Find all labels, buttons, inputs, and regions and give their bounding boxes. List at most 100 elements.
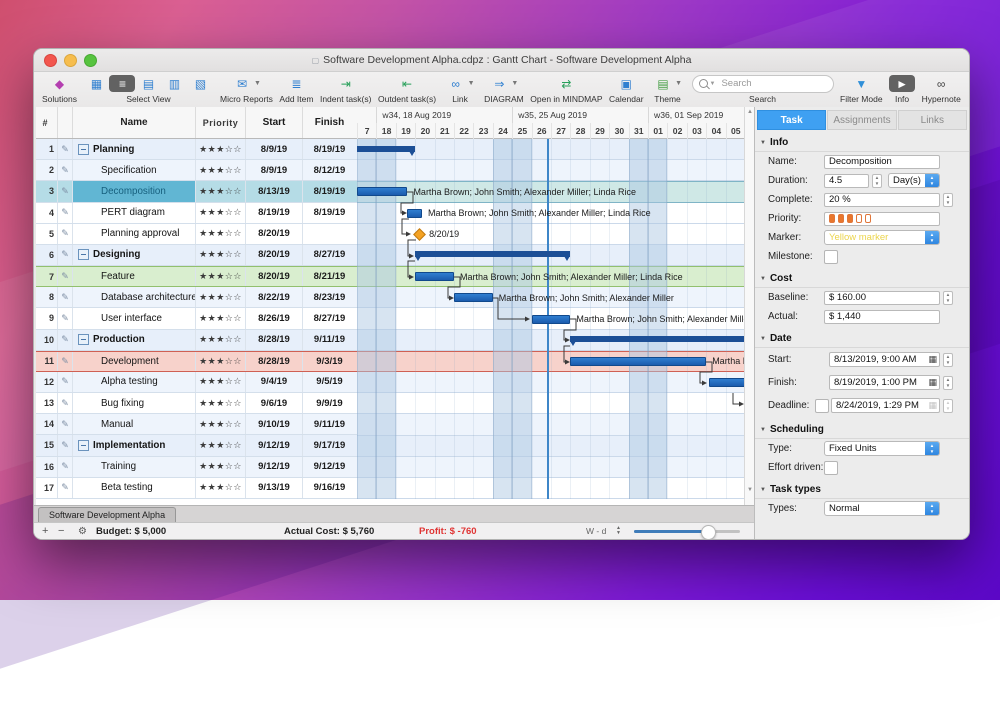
collapse-icon[interactable] <box>78 440 89 451</box>
table-row[interactable]: 1✎Planning★★★☆☆8/9/198/19/19 <box>36 139 357 160</box>
table-row[interactable]: 14✎Manual★★★☆☆9/10/199/11/19 <box>36 414 357 435</box>
priority-stars[interactable]: ★★★☆☆ <box>196 267 246 286</box>
start-date-cell[interactable]: 9/4/19 <box>246 372 303 392</box>
gantt-summary-bar[interactable] <box>357 146 415 152</box>
table-row[interactable]: 8✎Database architecture★★★☆☆8/22/198/23/… <box>36 287 357 308</box>
priority-stars[interactable]: ★★★☆☆ <box>196 414 246 434</box>
task-name-cell[interactable]: Training <box>73 457 196 477</box>
gantt-summary-bar[interactable] <box>415 251 570 257</box>
start-date-cell[interactable]: 9/13/19 <box>246 478 303 498</box>
priority-stars[interactable]: ★★★☆☆ <box>196 435 246 455</box>
table-row[interactable]: 6✎Designing★★★☆☆8/20/198/27/19 <box>36 245 357 266</box>
task-name-cell[interactable]: Manual <box>73 414 196 434</box>
zoom-slider[interactable] <box>634 523 740 539</box>
table-row[interactable]: 4✎PERT diagram★★★☆☆8/19/198/19/19 <box>36 203 357 224</box>
task-edit-pencil-icon[interactable]: ✎ <box>58 372 73 392</box>
task-edit-pencil-icon[interactable]: ✎ <box>58 435 73 455</box>
start-date-cell[interactable]: 8/28/19 <box>246 330 303 350</box>
tab-task[interactable]: Task <box>757 110 826 130</box>
priority-stars[interactable]: ★★★☆☆ <box>196 139 246 159</box>
start-date-cell[interactable]: 8/13/19 <box>246 181 303 201</box>
collapse-icon[interactable] <box>78 334 89 345</box>
indent-tasks-button[interactable]: ⇥ <box>333 75 359 92</box>
finish-date-cell[interactable]: 9/5/19 <box>303 372 356 392</box>
start-date-cell[interactable]: 9/12/19 <box>246 457 303 477</box>
task-edit-pencil-icon[interactable]: ✎ <box>58 181 73 201</box>
gear-icon[interactable]: ⚙ <box>78 523 87 539</box>
finish-date-cell[interactable]: 8/23/19 <box>303 287 356 307</box>
view-gantt-chart-button[interactable]: ≡ <box>109 75 135 92</box>
hypernote-button[interactable]: ∞ <box>928 75 954 92</box>
start-date-cell[interactable]: 8/26/19 <box>246 308 303 328</box>
start-date-cell[interactable]: 8/20/19 <box>246 267 303 286</box>
gantt-vertical-scrollbar[interactable]: ▲ ▼ <box>744 107 754 505</box>
section-cost[interactable]: ▼Cost <box>755 270 969 288</box>
task-name-cell[interactable]: Implementation <box>73 435 196 455</box>
start-date-cell[interactable]: 8/20/19 <box>246 245 303 265</box>
add-tab-button[interactable]: + <box>42 523 48 539</box>
table-row[interactable]: 13✎Bug fixing★★★☆☆9/6/199/9/19 <box>36 393 357 414</box>
disclosure-triangle-icon[interactable]: ▼ <box>760 427 766 433</box>
table-row[interactable]: 9✎User interface★★★☆☆8/26/198/27/19 <box>36 308 357 329</box>
zoom-stepper[interactable]: ▲▼ <box>616 523 621 539</box>
view-assignments-button[interactable]: ▥ <box>161 75 187 92</box>
priority-stars[interactable]: ★★★☆☆ <box>196 160 246 180</box>
priority-stars[interactable]: ★★★☆☆ <box>196 287 246 307</box>
task-name-cell[interactable]: Specification <box>73 160 196 180</box>
scheduling-type-select[interactable]: Fixed Units▲▼ <box>824 441 940 456</box>
filter-mode-button[interactable]: ▼ <box>848 75 874 92</box>
info-button[interactable]: ► <box>889 75 915 92</box>
table-row[interactable]: 5✎Planning approval★★★☆☆8/20/19 <box>36 224 357 245</box>
complete-stepper[interactable]: ▲▼ <box>943 193 953 207</box>
finish-date-cell[interactable]: 9/17/19 <box>303 435 356 455</box>
theme-button[interactable]: ▤▼ <box>650 75 685 92</box>
task-name-cell[interactable]: Decomposition <box>73 181 196 201</box>
task-edit-pencil-icon[interactable]: ✎ <box>58 457 73 477</box>
table-row[interactable]: 2✎Specification★★★☆☆8/9/198/12/19 <box>36 160 357 181</box>
task-edit-pencil-icon[interactable]: ✎ <box>58 287 73 307</box>
disclosure-triangle-icon[interactable]: ▼ <box>760 336 766 342</box>
column-header[interactable]: # <box>36 107 58 138</box>
section-scheduling[interactable]: ▼Scheduling <box>755 421 969 439</box>
duration-input[interactable] <box>824 174 869 188</box>
disclosure-triangle-icon[interactable]: ▼ <box>760 487 766 493</box>
task-edit-pencil-icon[interactable]: ✎ <box>58 308 73 328</box>
gantt-summary-bar[interactable] <box>570 336 744 342</box>
task-name-cell[interactable]: PERT diagram <box>73 203 196 223</box>
start-date-field[interactable]: 8/13/2019, 9:00 AM▦ <box>829 352 940 367</box>
open-in-mindmap-button[interactable]: ⇄ <box>553 75 579 92</box>
document-tab[interactable]: Software Development Alpha <box>38 507 176 522</box>
finish-date-cell[interactable]: 8/21/19 <box>303 267 356 286</box>
finish-date-cell[interactable]: 9/9/19 <box>303 393 356 413</box>
task-edit-pencil-icon[interactable]: ✎ <box>58 393 73 413</box>
column-header[interactable]: Priority <box>196 107 246 138</box>
collapse-icon[interactable] <box>78 249 89 260</box>
task-name-cell[interactable]: User interface <box>73 308 196 328</box>
column-header[interactable]: Name <box>73 107 196 138</box>
priority-segment[interactable] <box>838 214 844 223</box>
column-header[interactable]: Start <box>246 107 303 138</box>
task-name-cell[interactable]: Beta testing <box>73 478 196 498</box>
search-input[interactable]: ▼Search <box>692 75 834 93</box>
priority-stars[interactable]: ★★★☆☆ <box>196 393 246 413</box>
gantt-task-bar[interactable] <box>407 209 422 218</box>
task-name-cell[interactable]: Designing <box>73 245 196 265</box>
task-edit-pencil-icon[interactable]: ✎ <box>58 414 73 434</box>
finish-date-cell[interactable]: 9/16/19 <box>303 478 356 498</box>
finish-date-cell[interactable]: 8/27/19 <box>303 308 356 328</box>
finish-date-cell[interactable]: 8/12/19 <box>303 160 356 180</box>
finish-date-cell[interactable]: 8/27/19 <box>303 245 356 265</box>
finish-date-cell[interactable]: 9/3/19 <box>303 352 356 371</box>
disclosure-triangle-icon[interactable]: ▼ <box>760 276 766 282</box>
task-name-cell[interactable]: Planning <box>73 139 196 159</box>
finish-date-cell[interactable]: 9/11/19 <box>303 414 356 434</box>
calendar-grid-icon[interactable]: ▦ <box>928 354 937 365</box>
search-scope-chevron-icon[interactable]: ▼ <box>710 81 716 87</box>
duration-unit-select[interactable]: Day(s)▲▼ <box>888 173 940 188</box>
table-row[interactable]: 15✎Implementation★★★☆☆9/12/199/17/19 <box>36 435 357 456</box>
task-name-cell[interactable]: Feature <box>73 267 196 286</box>
table-row[interactable]: 10✎Production★★★☆☆8/28/199/11/19 <box>36 330 357 351</box>
task-name-cell[interactable]: Bug fixing <box>73 393 196 413</box>
section-date[interactable]: ▼Date <box>755 330 969 348</box>
view-gantt-board-button[interactable]: ▦ <box>83 75 109 92</box>
